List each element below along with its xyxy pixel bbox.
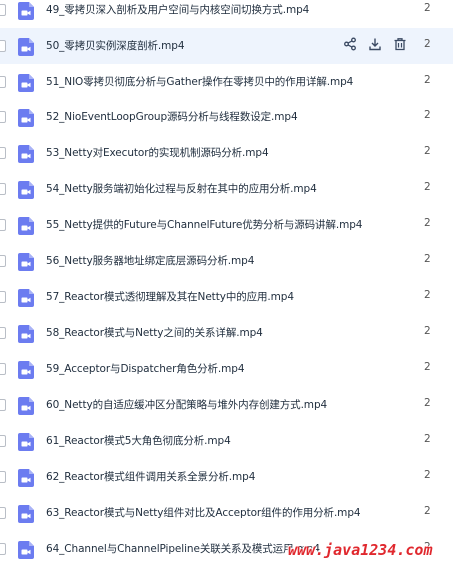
file-row[interactable]: 57_Reactor模式透彻理解及其在Netty中的应用.mp4 2 [0,279,453,315]
row-checkbox[interactable] [0,471,6,483]
video-file-icon [18,253,34,271]
file-size-partial: 2 [424,361,431,373]
video-file-icon [18,181,34,199]
file-size-partial: 2 [424,181,431,193]
file-name[interactable]: 54_Netty服务端初始化过程与反射在其中的应用分析.mp4 [46,181,317,196]
row-checkbox[interactable] [0,147,6,159]
file-name[interactable]: 50_零拷贝实例深度剖析.mp4 [46,38,185,53]
file-row[interactable]: 62_Reactor模式组件调用关系全景分析.mp4 2 [0,459,453,495]
video-file-icon [18,469,34,487]
row-checkbox[interactable] [0,291,6,303]
watermark: www.java1234.com [288,538,448,562]
file-name[interactable]: 57_Reactor模式透彻理解及其在Netty中的应用.mp4 [46,289,294,304]
file-row[interactable]: 49_零拷贝深入剖析及用户空间与内核空间切换方式.mp4 2 [0,0,453,28]
file-name[interactable]: 55_Netty提供的Future与ChannelFuture优势分析与源码讲解… [46,217,362,232]
file-name[interactable]: 61_Reactor模式5大角色彻底分析.mp4 [46,433,231,448]
file-name[interactable]: 64_Channel与ChannelPipeline关联关系及模式运用.mp4 [46,541,320,556]
video-file-icon [18,38,34,56]
video-file-icon [18,145,34,163]
file-name[interactable]: 58_Reactor模式与Netty之间的关系详解.mp4 [46,325,263,340]
file-name[interactable]: 51_NIO零拷贝彻底分析与Gather操作在零拷贝中的作用详解.mp4 [46,74,353,89]
video-file-icon [18,505,34,523]
share-icon[interactable] [343,37,357,51]
row-checkbox[interactable] [0,255,6,267]
file-size-partial: 2 [424,253,431,265]
row-checkbox[interactable] [0,363,6,375]
file-size-partial: 2 [424,325,431,337]
file-row[interactable]: 58_Reactor模式与Netty之间的关系详解.mp4 2 [0,315,453,351]
file-row[interactable]: 60_Netty的自适应缓冲区分配策略与堆外内存创建方式.mp4 2 [0,387,453,423]
row-checkbox[interactable] [0,507,6,519]
video-file-icon [18,433,34,451]
file-size-partial: 2 [424,397,431,409]
file-size-partial: 2 [424,469,431,481]
trash-icon[interactable] [393,37,407,51]
file-row[interactable]: 51_NIO零拷贝彻底分析与Gather操作在零拷贝中的作用详解.mp4 2 [0,64,453,100]
file-list: 49_零拷贝深入剖析及用户空间与内核空间切换方式.mp4 2 50_零拷贝实例深度剖… [0,0,453,572]
file-row[interactable]: 61_Reactor模式5大角色彻底分析.mp4 2 [0,423,453,459]
file-name[interactable]: 53_Netty对Executor的实现机制源码分析.mp4 [46,145,269,160]
file-size-partial: 2 [424,145,431,157]
watermark-text: www.java1234.com [288,541,433,559]
file-size-partial: 2 [424,109,431,121]
row-checkbox[interactable] [0,183,6,195]
file-name[interactable]: 49_零拷贝深入剖析及用户空间与内核空间切换方式.mp4 [46,2,309,17]
file-size-partial: 2 [424,217,431,229]
video-file-icon [18,397,34,415]
file-size-partial: 2 [424,289,431,301]
file-name[interactable]: 52_NioEventLoopGroup源码分析与线程数设定.mp4 [46,109,298,124]
file-row[interactable]: 63_Reactor模式与Netty组件对比及Acceptor组件的作用分析.m… [0,495,453,531]
row-checkbox[interactable] [0,543,6,555]
row-checkbox[interactable] [0,76,6,88]
file-name[interactable]: 62_Reactor模式组件调用关系全景分析.mp4 [46,469,255,484]
video-file-icon [18,74,34,92]
video-file-icon [18,361,34,379]
row-checkbox[interactable] [0,327,6,339]
video-file-icon [18,217,34,235]
row-checkbox[interactable] [0,219,6,231]
file-row[interactable]: 59_Acceptor与Dispatcher角色分析.mp4 2 [0,351,453,387]
download-icon[interactable] [368,37,382,51]
file-size-partial: 2 [424,74,431,86]
file-name[interactable]: 60_Netty的自适应缓冲区分配策略与堆外内存创建方式.mp4 [46,397,327,412]
file-name[interactable]: 63_Reactor模式与Netty组件对比及Acceptor组件的作用分析.m… [46,505,361,520]
video-file-icon [18,541,34,559]
row-checkbox[interactable] [0,40,6,52]
file-row[interactable]: 50_零拷贝实例深度剖析.mp4 2 [0,28,453,64]
row-checkbox[interactable] [0,435,6,447]
file-row[interactable]: 54_Netty服务端初始化过程与反射在其中的应用分析.mp4 2 [0,171,453,207]
file-row[interactable]: 53_Netty对Executor的实现机制源码分析.mp4 2 [0,135,453,171]
row-checkbox[interactable] [0,399,6,411]
video-file-icon [18,325,34,343]
file-row[interactable]: 56_Netty服务器地址绑定底层源码分析.mp4 2 [0,243,453,279]
video-file-icon [18,2,34,20]
file-row[interactable]: 52_NioEventLoopGroup源码分析与线程数设定.mp4 2 [0,99,453,135]
file-size-partial: 2 [424,505,431,517]
file-size-partial: 2 [424,2,431,14]
row-checkbox[interactable] [0,4,6,16]
file-row[interactable]: 55_Netty提供的Future与ChannelFuture优势分析与源码讲解… [0,207,453,243]
row-checkbox[interactable] [0,111,6,123]
video-file-icon [18,109,34,127]
row-actions [343,37,407,51]
file-name[interactable]: 59_Acceptor与Dispatcher角色分析.mp4 [46,361,245,376]
video-file-icon [18,289,34,307]
file-size-partial: 2 [424,38,431,50]
file-name[interactable]: 56_Netty服务器地址绑定底层源码分析.mp4 [46,253,254,268]
file-size-partial: 2 [424,433,431,445]
